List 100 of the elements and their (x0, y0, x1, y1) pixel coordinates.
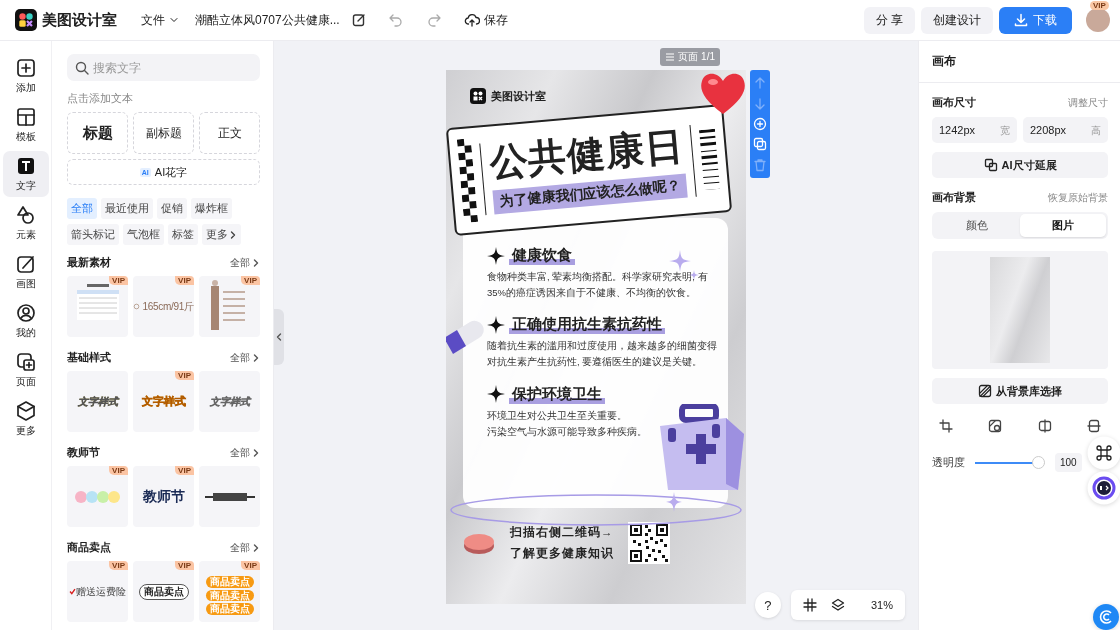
duplicate-icon[interactable] (753, 137, 767, 152)
text-style-thumbnail[interactable]: VIP (199, 276, 260, 337)
sidebar-item[interactable]: 画图 (2, 249, 49, 295)
section-heading: 健康饮食 (509, 246, 575, 265)
text-style-thumbnail[interactable]: VIP 165cm/91斤 (133, 276, 194, 337)
vip-badge: VIP (109, 466, 128, 475)
filter-chip[interactable]: 全部 (67, 198, 97, 219)
sidebar-item[interactable]: 模板 (2, 102, 49, 148)
chevron-right-icon (229, 229, 237, 240)
text-style-thumbnail[interactable]: VIP (67, 276, 128, 337)
sidebar-item[interactable]: 文字 (2, 151, 49, 197)
help-center-icon[interactable] (1093, 604, 1119, 630)
download-button[interactable]: 下载 (999, 6, 1072, 34)
text-style-thumbnail[interactable]: VIP 文字样式 (133, 371, 194, 432)
text-style-thumbnail[interactable] (199, 466, 260, 527)
filter-chip[interactable]: 促销 (157, 198, 187, 219)
more-filter-button[interactable]: 更多 (202, 224, 241, 245)
chevron-right-icon (252, 257, 260, 268)
redo-icon[interactable] (425, 13, 442, 27)
layers-icon[interactable] (830, 598, 845, 612)
list-icon (665, 52, 676, 62)
sample-text: 商品卖点 (205, 589, 254, 602)
text-style-thumbnail[interactable]: VIP 教师节 (133, 466, 194, 527)
see-all-link[interactable]: 全部 (230, 540, 260, 555)
filter-chip[interactable]: 标签 (168, 224, 198, 245)
search-field[interactable]: 搜索文字 (67, 54, 260, 81)
section-text: 环境卫生对公共卫生至关重要。 (487, 408, 628, 423)
section-text: 随着抗生素的滥用和过度使用，越来越多的细菌变得对抗生素产生抗药性, 要遵循医生的建议是关键。 (487, 339, 718, 370)
filter-chip[interactable]: 最近使用 (101, 198, 153, 219)
save-button[interactable]: 保存 (463, 11, 508, 29)
action-button[interactable]: 创建设计 (921, 6, 993, 34)
text-link[interactable]: 恢复原始背景 (1048, 190, 1108, 205)
text-style-thumbnail[interactable]: VIP 赠送运费险 (67, 561, 128, 622)
call-to-action-text: 了解更多健康知识 (510, 546, 614, 561)
filter-chip[interactable]: 爆炸框 (191, 198, 232, 219)
brand-logo-icon (470, 88, 486, 104)
chevron-right-icon (252, 542, 260, 553)
flip-horizontal-icon[interactable] (1037, 419, 1052, 433)
download-icon (1014, 13, 1028, 27)
sidebar-item[interactable]: 我的 (2, 298, 49, 344)
vip-badge: VIP (1090, 1, 1109, 10)
add-text-button[interactable]: 正文 (199, 112, 260, 154)
crop-icon[interactable] (939, 419, 953, 433)
sidebar-item[interactable]: 更多 (2, 396, 49, 442)
ai-extend-button[interactable]: AI尺寸延展 (932, 152, 1108, 178)
poster-canvas[interactable]: 美图设计室 公共健康日 为了健康我们应该怎么做呢？ 健康饮食 食物种类丰富, 荤素均衡搭配。科学家研究表明, 有35%的癌症诱因来自于不健康、不均衡的饮食。 正确使用抗生素抗药性 随着抗生素的滥用和过度使用，越来越多的细菌变得对抗生素产生抗药性, 要遵循医生的建议是关键。 保护环境卫生 环境卫生对公共卫生至关重要。 污染空气与水源可能导致多种疾病。 扫描右侧二维码→ 了解更多健康知识 (446, 70, 746, 604)
help-button[interactable]: ? (754, 592, 781, 618)
section-title: 最新素材 (67, 255, 111, 270)
undo-icon[interactable] (387, 13, 404, 27)
add-text-button[interactable]: 副标题 (133, 112, 194, 154)
vip-badge: VIP (241, 276, 260, 285)
zoom-level[interactable]: 31% (870, 599, 893, 611)
brand-name: 美图设计室 (491, 88, 546, 104)
text-style-thumbnail[interactable]: 文字样式 (199, 371, 260, 432)
opacity-value-field[interactable]: 100 (1055, 453, 1082, 472)
add-text-button[interactable]: 标题 (67, 112, 128, 154)
action-button[interactable]: 分 享 (863, 6, 915, 34)
document-title[interactable]: 潮酷立体风0707公共健康... (195, 11, 340, 29)
background-tab[interactable]: 颜色 (934, 214, 1020, 237)
check-icon (69, 588, 76, 595)
sidebar-item[interactable]: 元素 (2, 200, 49, 246)
draw-icon (14, 253, 37, 275)
sample-text: 赠送运费险 (76, 584, 126, 599)
add-icon[interactable] (753, 116, 767, 131)
text-style-thumbnail[interactable]: VIP 商品卖点 (133, 561, 194, 622)
text-style-thumbnail[interactable]: VIP 商品卖点 商品卖点 商品卖点 (199, 561, 260, 622)
vip-badge: VIP (175, 466, 194, 475)
sparkle-icon (487, 385, 505, 404)
call-to-action-text: 扫描右侧二维码→ (510, 525, 614, 540)
texture-icon[interactable] (988, 419, 1003, 433)
sidebar-item[interactable]: 页面 (2, 347, 49, 393)
section-title: 教师节 (67, 445, 100, 460)
background-library-button[interactable]: 从背景库选择 (932, 378, 1108, 404)
text-style-thumbnail[interactable]: VIP (67, 466, 128, 527)
text-style-thumbnail[interactable]: 文字样式 (67, 371, 128, 432)
grid-icon[interactable] (802, 598, 817, 612)
section-title: 商品卖点 (67, 540, 111, 555)
file-menu[interactable]: 文件 (141, 11, 179, 29)
section-heading: 保护环境卫生 (509, 384, 605, 404)
sample-text: 文字样式 (209, 394, 250, 409)
sample-text: 商品卖点 (138, 583, 189, 600)
resize-icon (983, 158, 998, 172)
user-avatar[interactable] (1086, 8, 1110, 32)
filter-chip[interactable]: 气泡框 (123, 224, 164, 245)
sample-text: 商品卖点 (205, 576, 254, 588)
see-all-link[interactable]: 全部 (230, 445, 260, 460)
edit-icon[interactable] (351, 13, 366, 27)
see-all-link[interactable]: 全部 (230, 255, 260, 270)
section-label: 画布背景 (932, 190, 976, 205)
sidebar-item[interactable]: 添加 (2, 53, 49, 99)
hatch-icon (978, 384, 992, 398)
see-all-link[interactable]: 全部 (230, 350, 260, 365)
section-label: 画布尺寸 (932, 95, 976, 110)
cube-icon (14, 400, 37, 422)
collapse-panel-handle[interactable] (274, 309, 284, 365)
text-link[interactable]: 调整尺寸 (1068, 95, 1108, 110)
background-tab[interactable]: 图片 (1020, 214, 1106, 237)
filter-chip[interactable]: 箭头标记 (67, 224, 119, 245)
user-icon (14, 302, 37, 324)
flip-vertical-icon[interactable] (1087, 419, 1101, 433)
